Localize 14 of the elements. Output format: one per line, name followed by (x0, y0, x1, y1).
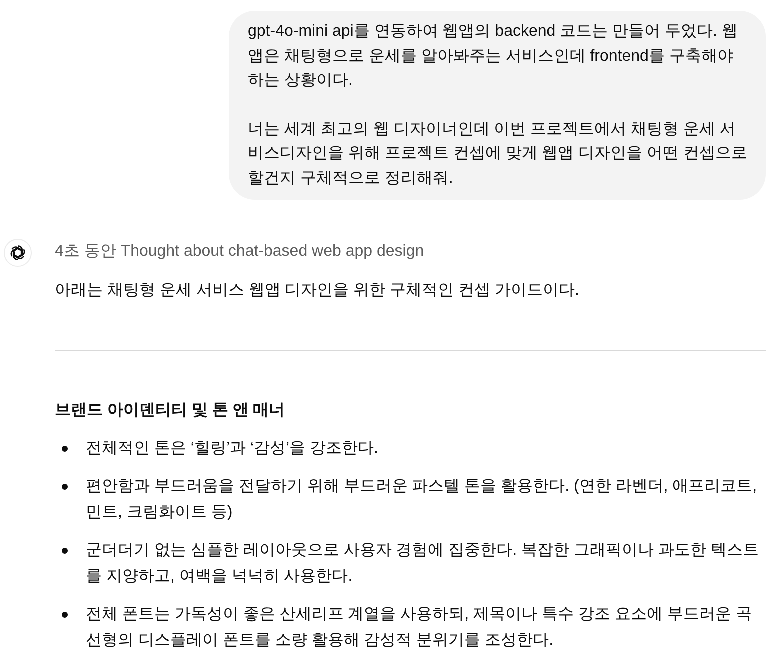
bullet-icon (62, 548, 68, 554)
bullet-text: 전체적인 톤은 ‘힐링’과 ‘감성’을 강조한다. (86, 439, 380, 459)
bullet-icon (62, 446, 68, 452)
user-message-text: 너는 세계 최고의 웹 디자이너인데 이번 프로젝트에서 채팅형 운세 서비스디자인을 위해 프로젝트 컨셉에 맞게 웹앱 디자인을 어떤 컨셉으로 할건지 구체적으로 정리해줘. (248, 120, 748, 188)
bullet-icon (62, 484, 68, 490)
user-message-text: gpt-4o-mini api를 연동하여 웹앱의 backend 코드는 만들어 두었다. 웹앱은 채팅형으로 운세를 알아봐주는 서비스인데 frontend를 구축해야 하는 상황이다. (248, 22, 739, 91)
bullet-text: 군더더기 없는 심플한 레이아웃으로 사용자 경험에 집중한다. 복잡한 그래픽이나 과도한 텍스트를 지양하고, 여백을 넉넉히 사용한다. (86, 540, 760, 587)
thought-summary[interactable]: 4초 동안 Thought about chat-based web app design (55, 239, 424, 265)
bullet-text: 편안함과 부드러움을 전달하기 위해 부드러운 파스텔 톤을 활용한다. (연한 라벤더, 애프리코트, 민트, 크림화이트 등) (86, 476, 758, 523)
bullet-text: 전체 폰트는 가독성이 좋은 산세리프 계열을 사용하되, 제목이나 특수 강조 요소에 부드러운 곡선형의 디스플레이 폰트를 소량 활용해 감성적 분위기를 조성한다. (86, 604, 753, 651)
knot-logo-icon (4, 239, 32, 267)
bullet-icon (62, 612, 68, 618)
section-heading: 브랜드 아이덴티티 및 톤 앤 매너 (55, 401, 286, 421)
intro-text: 아래는 채팅형 운세 서비스 웹앱 디자인을 위한 구체적인 컨셉 가이드이다. (55, 281, 580, 301)
